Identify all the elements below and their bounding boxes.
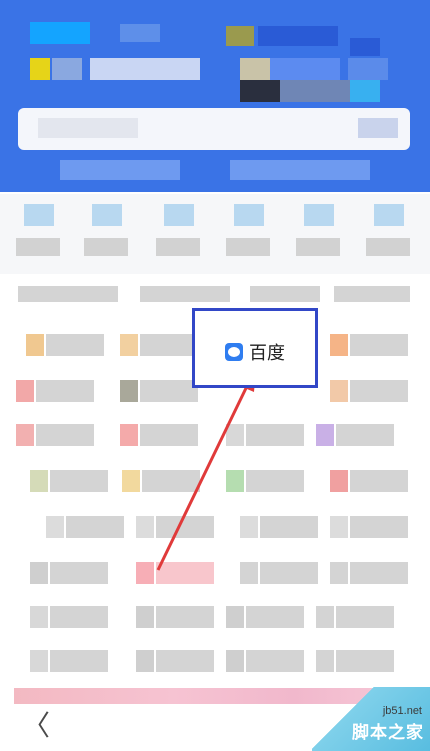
grid-item[interactable]	[330, 372, 410, 408]
grid-item[interactable]	[30, 642, 110, 678]
category-chip[interactable]	[140, 286, 230, 302]
baidu-paw-icon	[225, 343, 243, 361]
grid-item[interactable]	[240, 508, 320, 544]
grid-item[interactable]	[226, 462, 306, 498]
grid-item[interactable]	[226, 642, 306, 678]
grid-item[interactable]	[16, 372, 96, 408]
grid-item[interactable]	[30, 462, 110, 498]
highlight-box: 百度	[192, 308, 318, 388]
grid-item[interactable]	[226, 416, 306, 452]
app-header	[0, 0, 430, 192]
grid-item[interactable]	[136, 554, 216, 590]
header-tabs	[60, 160, 380, 184]
grid-item[interactable]	[330, 508, 410, 544]
category-chips	[0, 278, 430, 312]
grid-item[interactable]	[122, 462, 202, 498]
category-chip[interactable]	[250, 286, 320, 302]
watermark-site: jb51.net	[382, 705, 422, 717]
grid-item[interactable]	[330, 554, 410, 590]
quick-item[interactable]	[84, 204, 128, 262]
grid-item[interactable]	[26, 326, 106, 362]
grid-item[interactable]	[136, 598, 216, 634]
grid-item[interactable]	[16, 416, 96, 452]
grid-item[interactable]	[30, 554, 110, 590]
quick-item[interactable]	[156, 204, 200, 262]
search-bar[interactable]	[18, 108, 410, 150]
quick-item[interactable]	[296, 204, 340, 262]
grid-item[interactable]	[30, 598, 110, 634]
grid-item[interactable]	[46, 508, 126, 544]
grid-item[interactable]	[136, 508, 216, 544]
grid-item[interactable]	[226, 598, 306, 634]
header-pixelated-content	[0, 0, 430, 102]
grid-item[interactable]	[316, 598, 396, 634]
grid-item[interactable]	[136, 642, 216, 678]
baidu-label[interactable]: 百度	[249, 339, 285, 365]
quick-item[interactable]	[226, 204, 270, 262]
category-chip[interactable]	[334, 286, 410, 302]
watermark: jb51.net 脚本之家	[312, 687, 430, 751]
grid-item[interactable]	[240, 554, 320, 590]
watermark-brand: 脚本之家	[352, 723, 424, 743]
category-chip[interactable]	[18, 286, 118, 302]
quick-item[interactable]	[366, 204, 410, 262]
grid-item[interactable]	[120, 372, 200, 408]
grid-item[interactable]	[120, 326, 200, 362]
grid-item[interactable]	[316, 416, 396, 452]
grid-item[interactable]	[120, 416, 200, 452]
chevron-left-icon: 〈	[22, 709, 51, 742]
quick-access-row	[0, 194, 430, 274]
grid-item[interactable]	[330, 326, 410, 362]
back-button[interactable]: 〈	[22, 708, 52, 744]
quick-item[interactable]	[16, 204, 60, 262]
grid-item[interactable]	[316, 642, 396, 678]
grid-item[interactable]	[330, 462, 410, 498]
